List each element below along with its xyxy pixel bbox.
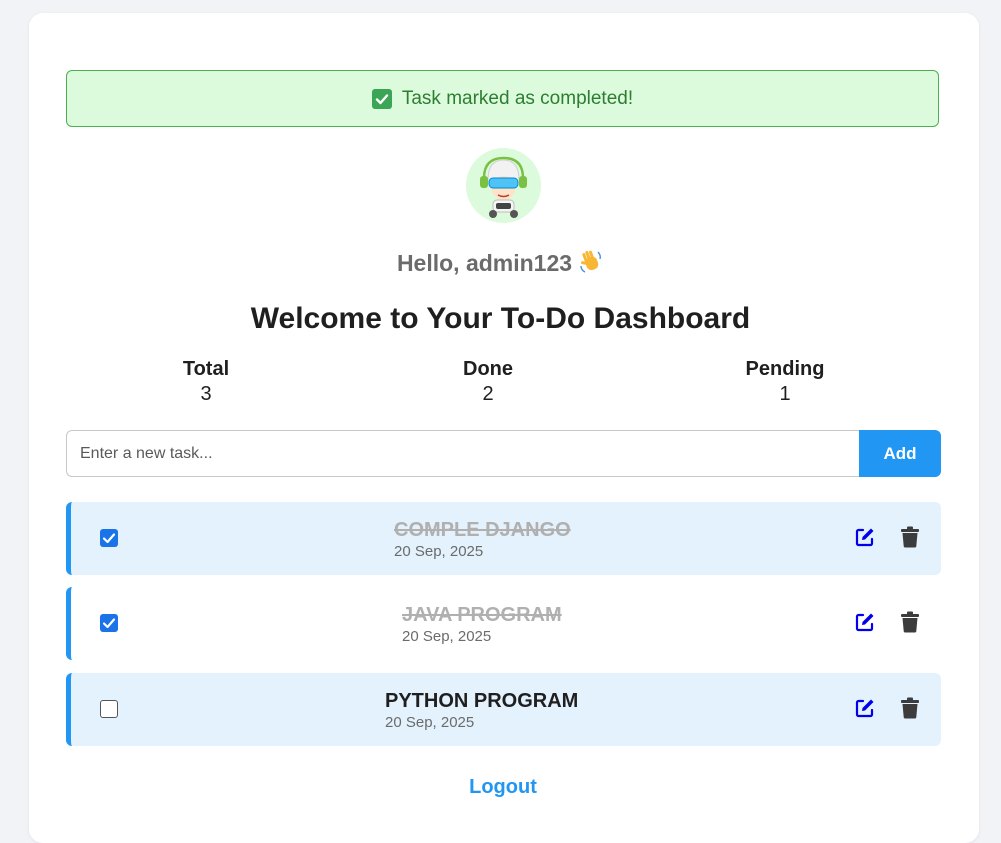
greeting: Hello, admin123 xyxy=(0,248,1001,280)
task-date: 20 Sep, 2025 xyxy=(402,628,492,645)
stat-pending-value: 1 xyxy=(779,383,791,405)
task-checkbox[interactable] xyxy=(100,529,118,547)
page-title: Welcome to Your To-Do Dashboard xyxy=(250,302,751,335)
avatar xyxy=(466,148,541,223)
task-text: PYTHON PROGRAM 20 Sep, 2025 xyxy=(385,689,578,731)
task-item: PYTHON PROGRAM 20 Sep, 2025 xyxy=(66,673,941,746)
stat-done-value: 2 xyxy=(482,383,494,405)
stat-total-value: 3 xyxy=(200,383,212,405)
greeting-text: Hello, admin123 xyxy=(396,250,573,276)
edit-icon[interactable] xyxy=(854,526,876,548)
stat-total: Total 3 xyxy=(126,358,286,406)
success-alert: Task marked as completed! xyxy=(66,70,939,127)
task-item: JAVA PROGRAM 20 Sep, 2025 xyxy=(66,587,941,660)
task-text: COMPLE DJANGO 20 Sep, 2025 xyxy=(394,518,571,560)
task-item: COMPLE DJANGO 20 Sep, 2025 xyxy=(66,502,941,575)
trash-icon[interactable] xyxy=(900,697,920,719)
trash-icon[interactable] xyxy=(900,526,920,548)
task-name: PYTHON PROGRAM xyxy=(385,690,579,712)
task-date: 20 Sep, 2025 xyxy=(385,714,475,731)
add-task-button[interactable]: Add xyxy=(859,430,941,477)
stat-done: Done 2 xyxy=(408,358,568,406)
edit-icon[interactable] xyxy=(854,611,876,633)
stat-done-label: Done xyxy=(463,358,513,380)
stat-pending: Pending 1 xyxy=(705,358,865,406)
edit-icon[interactable] xyxy=(854,697,876,719)
trash-icon[interactable] xyxy=(900,611,920,633)
waving-hand-icon xyxy=(578,248,604,280)
alert-message: Task marked as completed! xyxy=(401,87,634,109)
task-text: JAVA PROGRAM 20 Sep, 2025 xyxy=(402,603,562,645)
new-task-input[interactable] xyxy=(66,430,859,477)
task-checkbox[interactable] xyxy=(100,614,118,632)
task-date: 20 Sep, 2025 xyxy=(394,543,484,560)
task-name: JAVA PROGRAM xyxy=(402,604,562,626)
stat-total-label: Total xyxy=(182,358,230,380)
check-box-icon xyxy=(371,88,392,109)
stat-pending-label: Pending xyxy=(745,358,825,380)
task-name: COMPLE DJANGO xyxy=(394,519,571,541)
task-checkbox[interactable] xyxy=(100,700,118,718)
logout-link[interactable]: Logout xyxy=(0,776,1001,799)
